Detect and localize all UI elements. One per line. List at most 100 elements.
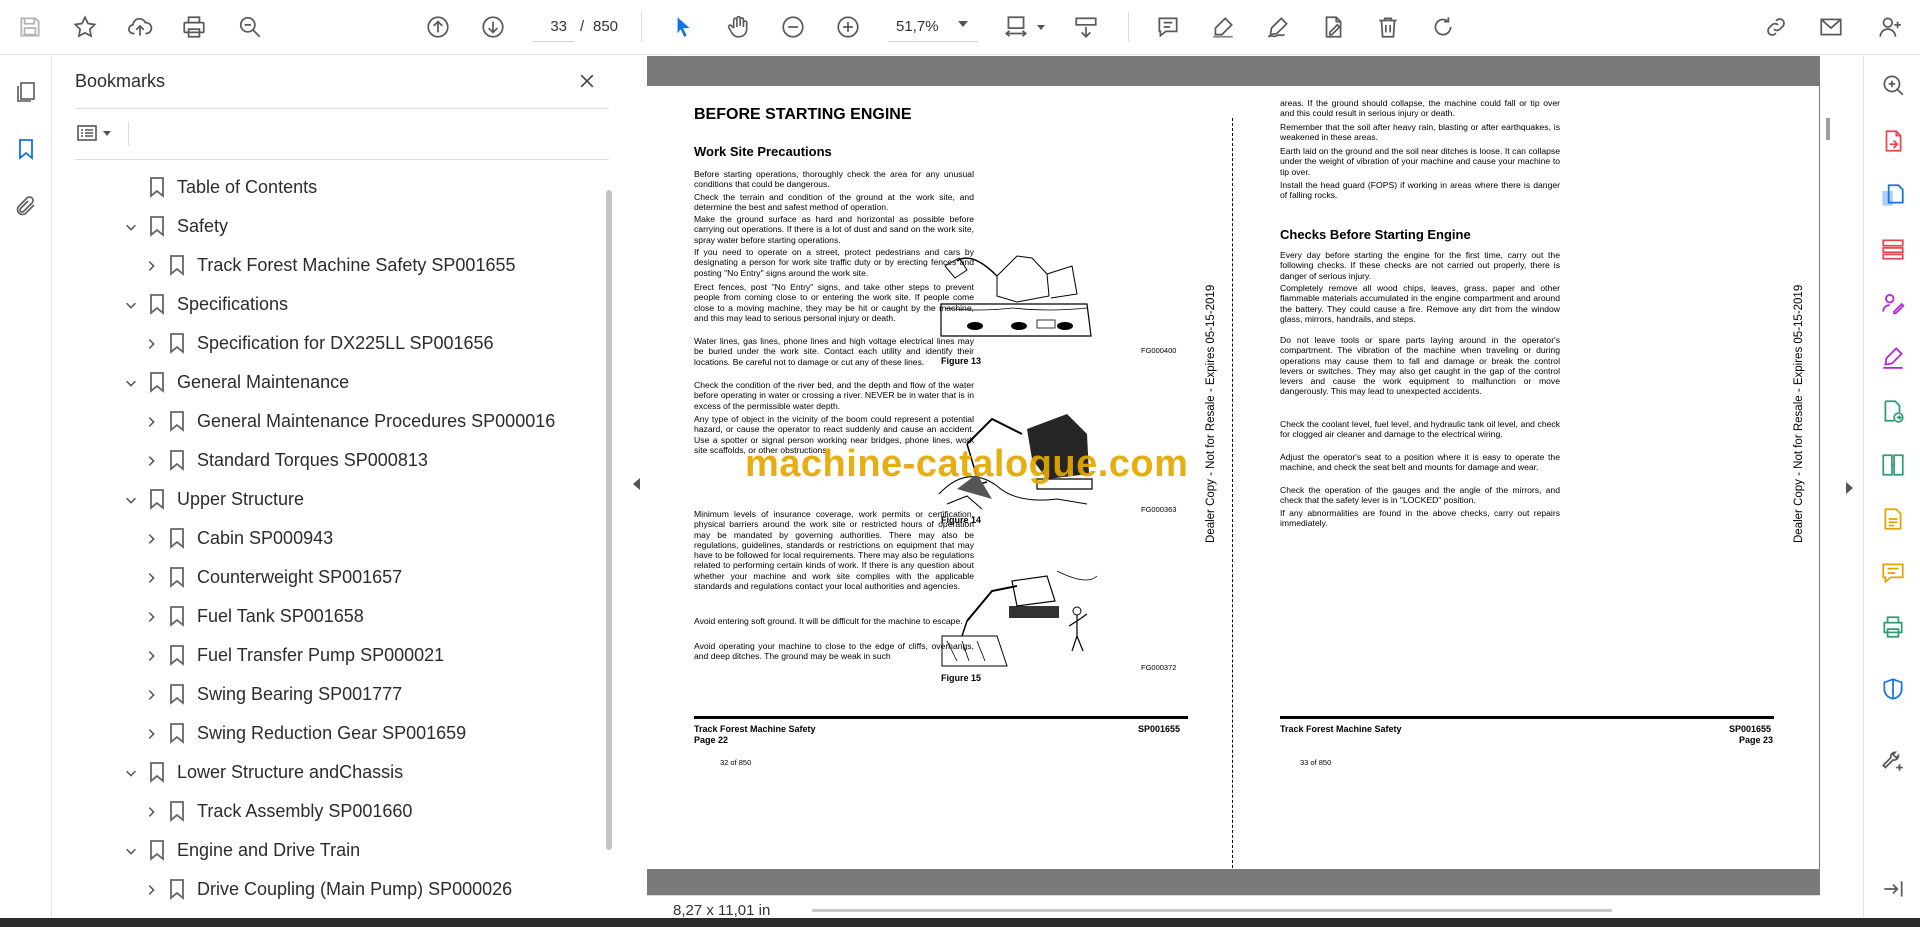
request-signature-icon[interactable] [1878, 288, 1908, 318]
bookmark-item[interactable]: Fuel Tank SP001658 [53, 597, 593, 636]
send-for-review-icon[interactable] [1878, 396, 1908, 426]
bookmark-item[interactable]: Track Assembly SP001660 [53, 792, 593, 831]
hand-tool-icon[interactable] [720, 9, 756, 45]
paragraph: Erect fences, post "No Entry" signs, and… [694, 282, 974, 323]
chevron-down-icon[interactable] [1037, 25, 1045, 30]
organize-pages-icon[interactable] [1878, 234, 1908, 264]
chevron-down-icon[interactable] [123, 492, 139, 508]
collapse-panel-icon[interactable] [633, 478, 640, 490]
chevron-right-icon[interactable] [143, 531, 159, 547]
chevron-right-icon[interactable] [143, 804, 159, 820]
star-icon[interactable] [67, 9, 103, 45]
chevron-right-icon[interactable] [143, 414, 159, 430]
horizontal-scrollbar[interactable] [812, 909, 1612, 912]
dealer-copy-note: Dealer Copy - Not for Resale - Expires 0… [1205, 284, 1217, 543]
bookmark-item[interactable]: Safety [53, 207, 593, 246]
chevron-down-icon[interactable] [123, 297, 139, 313]
fill-and-sign-icon[interactable] [1878, 342, 1908, 372]
share-link-icon[interactable] [1758, 9, 1794, 45]
zoom-search-icon[interactable] [1878, 70, 1908, 100]
bookmark-item[interactable]: Table of Contents [53, 168, 593, 207]
print-icon[interactable] [176, 9, 212, 45]
page-size-label: 8,27 x 11,01 in [673, 902, 771, 919]
bookmark-item[interactable]: Drive Coupling (Main Pump) SP000026 [53, 870, 593, 909]
document-viewport[interactable]: BEFORE STARTING ENGINE Work Site Precaut… [647, 56, 1820, 918]
highlight-icon[interactable] [1205, 9, 1241, 45]
sign-icon[interactable] [1260, 9, 1296, 45]
chevron-down-icon[interactable] [123, 375, 139, 391]
compare-files-icon[interactable] [1878, 450, 1908, 480]
expand-tools-icon[interactable] [1846, 482, 1853, 494]
page-title: BEFORE STARTING ENGINE [694, 106, 912, 123]
bookmark-options-button[interactable] [75, 118, 119, 148]
bookmark-item[interactable]: Standard Torques SP000813 [53, 441, 593, 480]
rotate-icon[interactable] [1425, 9, 1461, 45]
figure-code: FG000400 [1141, 346, 1177, 355]
export-pdf-icon[interactable] [1878, 126, 1908, 156]
figure-code: FG000372 [1141, 663, 1177, 672]
bookmark-icon [148, 488, 166, 510]
bookmark-item[interactable]: General Maintenance Procedures SP000016 [53, 402, 593, 441]
sticky-note-icon[interactable] [1878, 558, 1908, 588]
bookmark-item[interactable]: Engine and Drive Train [53, 831, 593, 870]
attachments-icon[interactable] [10, 190, 42, 222]
chevron-right-icon[interactable] [143, 336, 159, 352]
bookmark-item[interactable]: Counterweight SP001657 [53, 558, 593, 597]
email-icon[interactable] [1813, 9, 1849, 45]
chevron-down-icon[interactable] [123, 765, 139, 781]
delete-icon[interactable] [1370, 9, 1406, 45]
chevron-down-icon[interactable] [123, 843, 139, 859]
page-number-input[interactable]: 33 [532, 12, 574, 42]
paragraph: Check the terrain and condition of the g… [694, 192, 974, 213]
chevron-right-icon[interactable] [143, 453, 159, 469]
chevron-down-icon[interactable] [123, 219, 139, 235]
account-icon[interactable] [1872, 9, 1908, 45]
chevron-right-icon[interactable] [143, 609, 159, 625]
list-options-icon [77, 125, 97, 141]
bookmark-item[interactable]: Specifications [53, 285, 593, 324]
bookmark-item[interactable]: Track Forest Machine Safety SP001655 [53, 246, 593, 285]
chevron-down-icon[interactable] [958, 21, 968, 27]
bookmark-item[interactable]: Lower Structure andChassis [53, 753, 593, 792]
chevron-down-icon [103, 130, 111, 136]
close-icon[interactable] [574, 68, 600, 94]
scroll-mode-icon[interactable] [1068, 9, 1104, 45]
bookmark-label: Swing Bearing SP001777 [197, 684, 403, 704]
print-production-icon[interactable] [1878, 612, 1908, 642]
bookmarks-icon[interactable] [10, 133, 42, 165]
upload-icon[interactable] [122, 9, 158, 45]
page-fit-icon[interactable] [998, 9, 1034, 45]
prev-page-icon[interactable] [420, 9, 456, 45]
chevron-right-icon[interactable] [143, 258, 159, 274]
bookmark-item[interactable]: Fuel Transfer Pump SP000021 [53, 636, 593, 675]
comment-icon[interactable] [1150, 9, 1186, 45]
create-pdf-icon[interactable] [1878, 180, 1908, 210]
find-icon[interactable] [232, 9, 268, 45]
zoom-out-icon[interactable] [775, 9, 811, 45]
chevron-right-icon[interactable] [143, 726, 159, 742]
expand-panel-icon[interactable] [1878, 874, 1908, 904]
bookmark-label: Upper Structure [177, 489, 305, 509]
select-tool-icon[interactable] [665, 9, 701, 45]
chevron-right-icon[interactable] [143, 882, 159, 898]
chevron-right-icon[interactable] [143, 687, 159, 703]
comment-tool-icon[interactable] [1878, 504, 1908, 534]
bookmark-item[interactable]: Specification for DX225LL SP001656 [53, 324, 593, 363]
page-thumbnails-icon[interactable] [10, 76, 42, 108]
zoom-in-icon[interactable] [830, 9, 866, 45]
zoom-level-field[interactable]: 51,7% [888, 12, 978, 42]
document-scrollbar[interactable] [1826, 118, 1830, 140]
bookmark-item[interactable]: General Maintenance [53, 363, 593, 402]
bookmark-item[interactable]: Cabin SP000943 [53, 519, 593, 558]
bookmark-item[interactable]: Swing Bearing SP001777 [53, 675, 593, 714]
bookmark-item[interactable]: Upper Structure [53, 480, 593, 519]
next-page-icon[interactable] [475, 9, 511, 45]
fill-sign-icon[interactable] [1315, 9, 1351, 45]
protect-icon[interactable] [1878, 674, 1908, 704]
bookmark-item[interactable]: Swing Reduction Gear SP001659 [53, 714, 593, 753]
chevron-right-icon[interactable] [143, 648, 159, 664]
chevron-right-icon[interactable] [143, 570, 159, 586]
bookmark-scrollbar[interactable] [606, 190, 612, 850]
save-icon[interactable] [12, 9, 48, 45]
more-tools-icon[interactable] [1878, 746, 1908, 776]
